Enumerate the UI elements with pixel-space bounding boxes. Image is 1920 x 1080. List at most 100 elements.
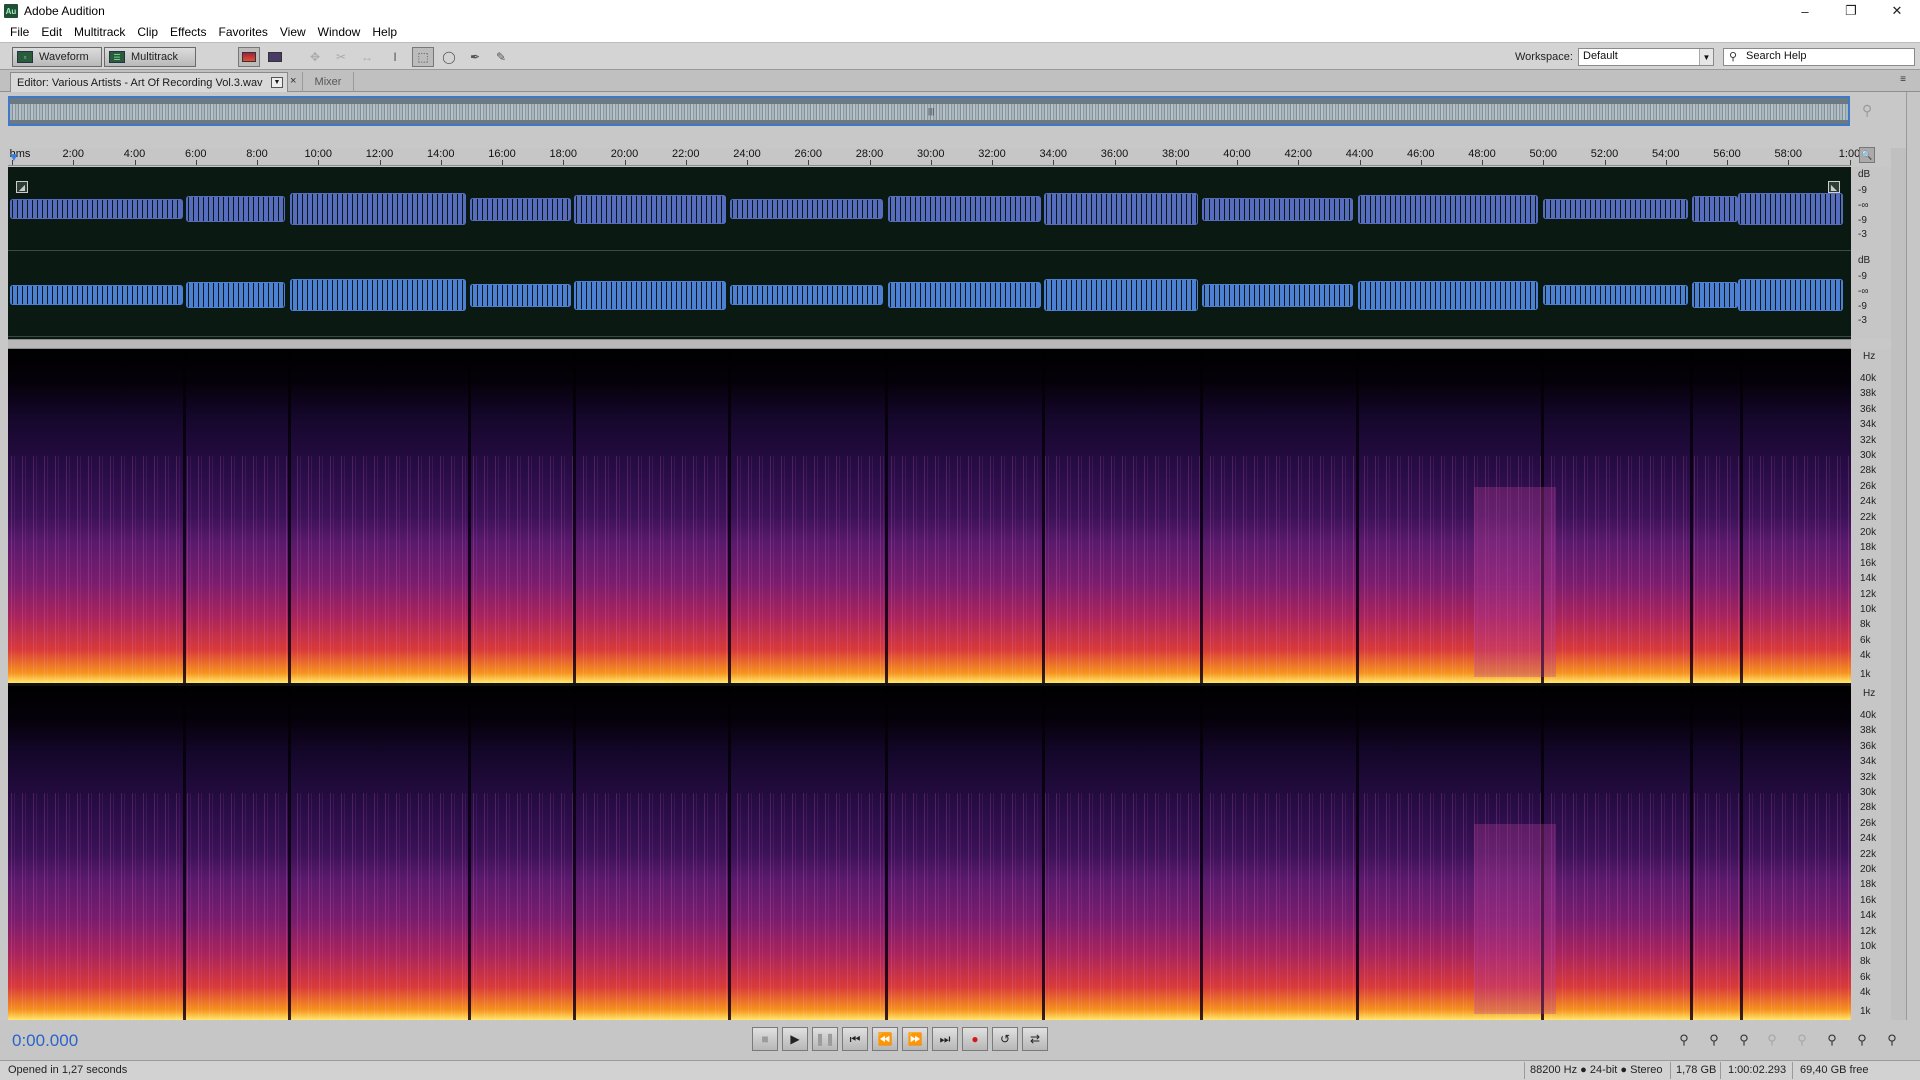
- zoom-in-point-icon[interactable]: ⚲: [1820, 1030, 1844, 1050]
- status-divider: [1792, 1062, 1793, 1079]
- view-splitter[interactable]: [8, 339, 1851, 349]
- zoom-lock-icon[interactable]: 🔍: [1859, 147, 1875, 163]
- marquee-tool-icon[interactable]: ⬚: [412, 47, 434, 67]
- spectral-channel-left[interactable]: [8, 349, 1851, 683]
- current-time-display[interactable]: 0:00.000: [12, 1031, 78, 1051]
- waveform-segment: [1692, 196, 1738, 222]
- record-button[interactable]: ●: [962, 1027, 988, 1051]
- waveform-overview[interactable]: |||: [8, 96, 1850, 126]
- waveform-channel-right[interactable]: [8, 253, 1851, 337]
- spot-healing-tool-icon[interactable]: ✎: [490, 47, 512, 67]
- stop-button[interactable]: ■: [752, 1027, 778, 1051]
- panel-menu-icon[interactable]: ≡: [1900, 74, 1906, 85]
- waveform-display[interactable]: ◢ ◣: [8, 167, 1851, 339]
- razor-tool-icon[interactable]: ✂: [330, 47, 352, 67]
- spectrogram-texture: [8, 455, 1851, 683]
- search-icon: ⚲: [1729, 51, 1738, 63]
- zoom-to-selection-icon[interactable]: ⚲: [1880, 1030, 1904, 1050]
- tab-editor[interactable]: Editor: Various Artists - Art Of Recordi…: [10, 72, 288, 92]
- hz-label: 24k: [1860, 496, 1877, 508]
- ruler-tick-mark: [1298, 160, 1300, 165]
- chevron-down-icon[interactable]: ▼: [271, 77, 283, 88]
- lasso-tool-icon[interactable]: ◯: [438, 47, 460, 67]
- workspace-select[interactable]: Default ▼: [1578, 48, 1714, 66]
- time-selection-tool-icon[interactable]: I: [384, 47, 406, 67]
- hz-label: 6k: [1860, 971, 1871, 983]
- waveform-channel-left[interactable]: [8, 167, 1851, 251]
- menu-clip[interactable]: Clip: [131, 25, 164, 39]
- menu-view[interactable]: View: [274, 25, 312, 39]
- restore-button[interactable]: ❐: [1828, 0, 1874, 22]
- ruler-tick-mark: [1727, 160, 1728, 165]
- grip-icon[interactable]: |||: [928, 107, 934, 116]
- search-help-input[interactable]: ⚲ Search Help: [1723, 48, 1915, 66]
- minimize-button[interactable]: –: [1782, 0, 1828, 22]
- menu-multitrack[interactable]: Multitrack: [68, 25, 131, 39]
- ruler-tick-mark: [134, 160, 136, 165]
- track-gap: [288, 686, 291, 1020]
- ruler-tick-label: 30:00: [916, 148, 945, 160]
- search-help-placeholder: Search Help: [1746, 50, 1807, 62]
- ruler-tick-mark: [1114, 160, 1116, 165]
- waveform-segment: [1202, 197, 1353, 221]
- fade-in-handle-icon[interactable]: ◢: [16, 181, 28, 193]
- menu-favorites[interactable]: Favorites: [213, 25, 274, 39]
- play-button[interactable]: ▶: [782, 1027, 808, 1051]
- db-label: -9: [1858, 215, 1867, 226]
- status-divider: [1524, 1062, 1525, 1079]
- zoom-out-time-icon[interactable]: ⚲: [1760, 1030, 1784, 1050]
- spectral-display-icon[interactable]: [238, 47, 260, 67]
- skip-selection-button[interactable]: ⇄: [1022, 1027, 1048, 1051]
- time-ruler[interactable]: hms 2:00 4:00 6:00 8:00 10:00 12:00 14:00 16:00 1…: [8, 148, 1860, 166]
- fast-forward-button[interactable]: ⏩: [902, 1027, 928, 1051]
- ruler-tick-mark: [563, 160, 565, 165]
- move-tool-icon[interactable]: ✥: [304, 47, 326, 67]
- db-unit-label: dB: [1858, 169, 1871, 180]
- ruler-tick-label: 24:00: [733, 148, 761, 160]
- go-to-start-button[interactable]: ⏮: [842, 1027, 868, 1051]
- track-gap: [1356, 686, 1359, 1020]
- zoom-in-amplitude-icon[interactable]: ⚲: [1672, 1030, 1696, 1050]
- menu-window[interactable]: Window: [312, 25, 367, 39]
- zoom-overview-icon[interactable]: ⚲: [1862, 102, 1872, 119]
- spectral-frequency-display[interactable]: [8, 349, 1851, 1020]
- vertical-scrollbar[interactable]: [1906, 92, 1920, 1020]
- waveform-mode-button[interactable]: ▫ Waveform: [12, 47, 102, 67]
- zoom-in-time-icon[interactable]: ⚲: [1732, 1030, 1756, 1050]
- close-window-button[interactable]: ✕: [1874, 0, 1920, 22]
- multitrack-mode-button[interactable]: ☰ Multitrack: [104, 47, 196, 67]
- go-to-end-button[interactable]: ⏭: [932, 1027, 958, 1051]
- waveform-segment: [1738, 193, 1843, 225]
- ruler-tick-mark: [1237, 160, 1238, 165]
- hz-label: 30k: [1860, 787, 1877, 798]
- loop-playback-button[interactable]: ↺: [992, 1027, 1018, 1051]
- ruler-tick-label: 16:00: [488, 148, 516, 160]
- slip-tool-icon[interactable]: ↔: [356, 47, 378, 67]
- pause-button[interactable]: ❚❚: [812, 1027, 838, 1051]
- ruler-tick-mark: [73, 160, 75, 165]
- ruler-tick-mark: [1420, 160, 1422, 165]
- fade-out-handle-icon[interactable]: ◣: [1828, 181, 1840, 193]
- playhead-marker-icon[interactable]: ▼: [8, 150, 20, 164]
- menu-edit[interactable]: Edit: [35, 25, 68, 39]
- menu-effects[interactable]: Effects: [164, 25, 212, 39]
- hz-label: 24k: [1860, 833, 1877, 845]
- zoom-selection-icon[interactable]: ⚲: [1850, 1030, 1874, 1050]
- hz-label: 16k: [1860, 557, 1877, 569]
- hz-label: 8k: [1860, 619, 1871, 631]
- ruler-tick-mark: [1849, 160, 1851, 165]
- rewind-button[interactable]: ⏪: [872, 1027, 898, 1051]
- main-toolbar: ▫ Waveform ☰ Multitrack ✥ ✂ ↔ I ⬚ ◯ ✒ ✎ …: [0, 42, 1920, 70]
- hz-label: 14k: [1860, 910, 1877, 922]
- tab-mixer[interactable]: Mixer: [302, 72, 354, 92]
- brush-tool-icon[interactable]: ✒: [464, 47, 486, 67]
- close-icon[interactable]: ×: [290, 75, 296, 87]
- high-frequency-region: [1474, 487, 1556, 677]
- multitrack-mode-label: Multitrack: [131, 51, 179, 63]
- spectral-channel-right[interactable]: [8, 686, 1851, 1020]
- zoom-out-full-icon[interactable]: ⚲: [1790, 1030, 1814, 1050]
- menu-file[interactable]: File: [4, 25, 35, 39]
- zoom-out-amplitude-icon[interactable]: ⚲: [1702, 1030, 1726, 1050]
- spectral-pitch-icon[interactable]: [264, 47, 286, 67]
- menu-help[interactable]: Help: [366, 25, 403, 39]
